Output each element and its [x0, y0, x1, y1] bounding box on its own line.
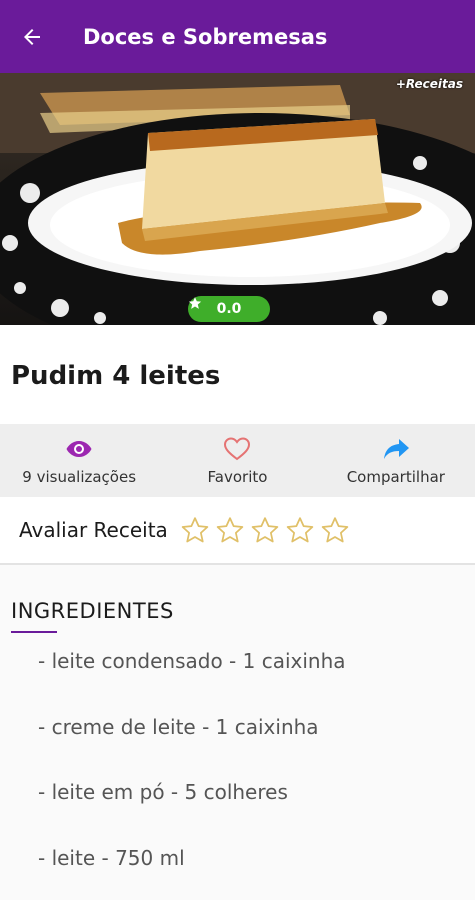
rate-recipe-label: Avaliar Receita [19, 518, 168, 542]
star-1-icon[interactable] [180, 515, 210, 545]
views-label: 9 visualizações [22, 467, 137, 486]
watermark-logo: +Receitas [395, 77, 463, 91]
heading-underline [11, 631, 57, 633]
star-4-icon[interactable] [285, 515, 315, 545]
star-icon [188, 297, 202, 309]
share-button[interactable]: Compartilhar [317, 424, 475, 497]
ingredient-item: - creme de leite - 1 caixinha [38, 715, 319, 739]
back-button[interactable] [0, 0, 64, 73]
heart-outline-icon [224, 436, 251, 460]
recipe-photo: +Receitas 0.0 [0, 73, 475, 325]
ingredient-item: - leite condensado - 1 caixinha [38, 649, 346, 673]
views-button[interactable]: 9 visualizações [0, 424, 158, 497]
favorite-button[interactable]: Favorito [158, 424, 316, 497]
action-bar: 9 visualizações Favorito Compartilhar [0, 424, 475, 497]
rate-recipe-row: Avaliar Receita [0, 497, 475, 565]
rating-value: 0.0 [216, 301, 242, 317]
star-3-icon[interactable] [250, 515, 280, 545]
ingredients-heading: INGREDIENTES [11, 599, 174, 623]
share-arrow-icon [383, 438, 409, 459]
ingredient-item: - leite em pó - 5 colheres [38, 780, 288, 804]
ingredient-item: - leite - 750 ml [38, 846, 185, 870]
star-2-icon[interactable] [215, 515, 245, 545]
ingredients-section: INGREDIENTES - leite condensado - 1 caix… [0, 567, 475, 900]
app-bar-title: Doces e Sobremesas [83, 24, 328, 49]
app-bar: Doces e Sobremesas [0, 0, 475, 73]
title-section: Pudim 4 leites [0, 325, 475, 424]
star-rating [180, 515, 350, 545]
arrow-left-icon [24, 28, 40, 45]
share-label: Compartilhar [346, 467, 445, 486]
star-5-icon[interactable] [320, 515, 350, 545]
favorite-label: Favorito [207, 467, 268, 486]
recipe-title: Pudim 4 leites [11, 361, 221, 391]
eye-icon [66, 440, 92, 457]
pudding-illustration [0, 73, 475, 325]
rating-badge: 0.0 [188, 296, 270, 322]
